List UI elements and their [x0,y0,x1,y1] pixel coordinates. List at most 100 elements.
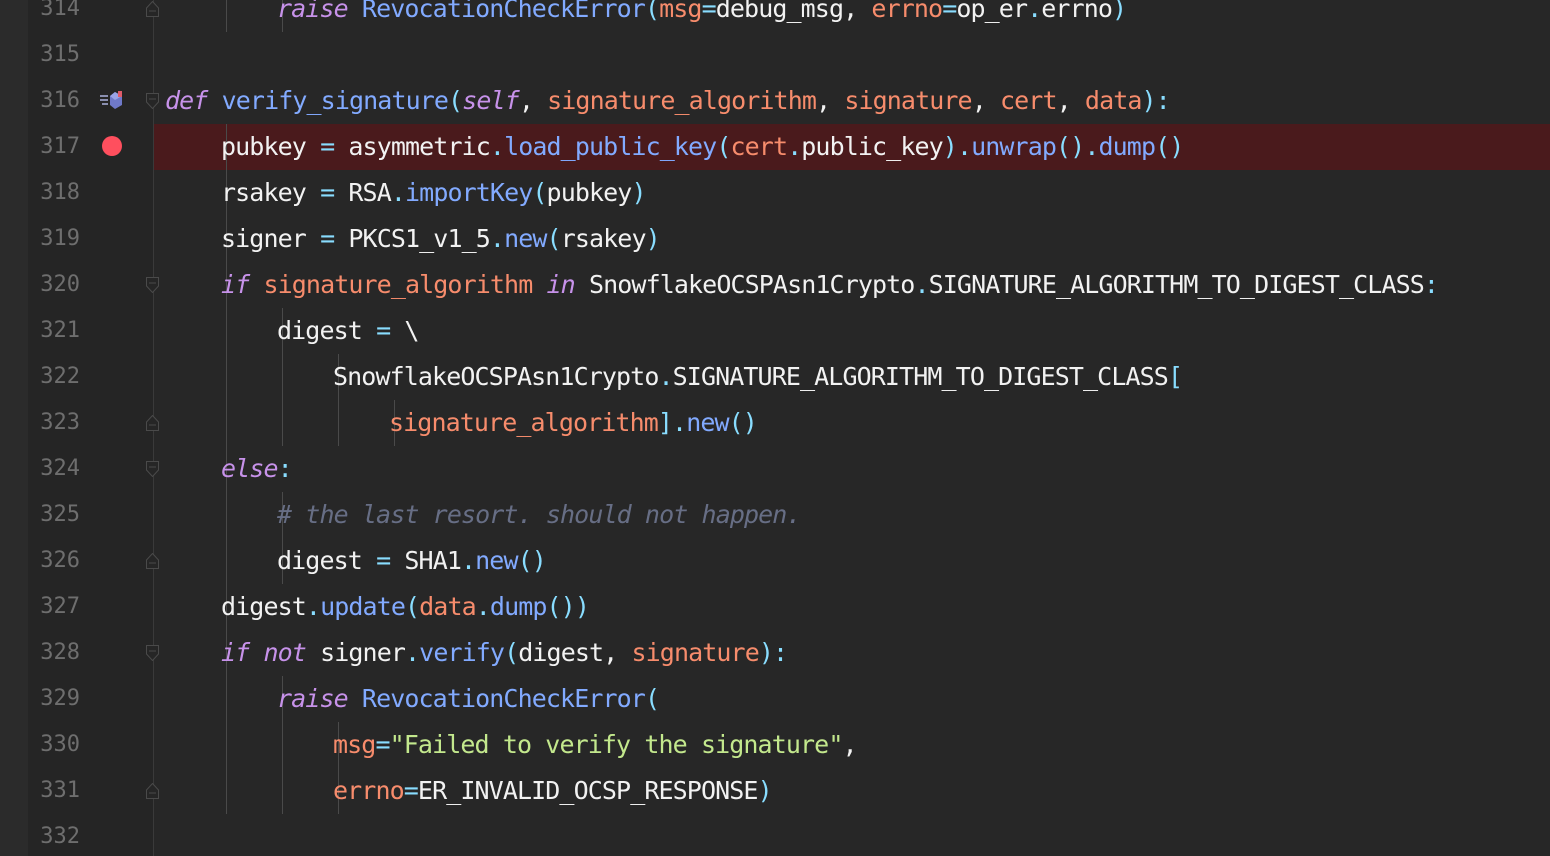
breakpoint-icon[interactable] [102,136,122,156]
code-token: new [475,546,518,575]
code-text[interactable]: signature_algorithm].new() [389,400,758,446]
fold-collapse-icon[interactable] [146,277,159,293]
code-token: not [263,638,306,667]
line-number[interactable]: 316 [28,78,80,124]
line-number[interactable]: 331 [28,768,80,814]
code-line[interactable]: 324 else: [0,446,1550,492]
code-text[interactable]: msg="Failed to verify the signature", [333,722,858,768]
code-token: if [221,638,250,667]
line-number[interactable]: 323 [28,400,80,446]
fold-end-icon[interactable] [146,1,159,17]
line-number[interactable]: 315 [28,32,80,78]
code-text[interactable]: if signature_algorithm in SnowflakeOCSPA… [221,262,1439,308]
code-token: = [375,730,390,759]
line-number[interactable]: 326 [28,538,80,584]
code-token: . [1084,132,1099,161]
code-token: , [603,638,632,667]
code-line[interactable]: 325 # the last resort. should not happen. [0,492,1550,538]
code-token: . [489,224,505,253]
code-line[interactable]: 318 rsakey = RSA.importKey(pubkey) [0,170,1550,216]
overrides-method-icon[interactable] [100,91,126,115]
code-token: load_public_key [504,132,717,161]
code-line[interactable]: 326 digest = SHA1.new() [0,538,1550,584]
code-line[interactable]: 316 def verify_signature(self, signature_… [0,78,1550,124]
code-text[interactable]: def verify_signature(self, signature_alg… [165,78,1171,124]
code-token: debug_msg [715,0,844,23]
fold-collapse-icon[interactable] [146,461,159,477]
fold-end-icon[interactable] [146,415,159,431]
code-token: "Failed to verify the signature" [389,730,844,759]
line-number[interactable]: 322 [28,354,80,400]
code-text[interactable]: signer = PKCS1_v1_5.new(rsakey) [221,216,661,262]
code-text[interactable]: digest = SHA1.new() [277,538,547,584]
code-line[interactable]: 327 digest.update(data.dump()) [0,584,1550,630]
fold-end-icon[interactable] [146,783,159,799]
line-number[interactable]: 328 [28,630,80,676]
code-line[interactable]: 331 errno=ER_INVALID_OCSP_RESPONSE) [0,768,1550,814]
code-token: : [277,454,293,483]
indent-guide [226,492,227,538]
code-token: . [914,270,929,299]
code-text[interactable]: raise RevocationCheckError(msg=debug_msg… [277,0,1127,32]
code-token: signature_algorithm [547,86,817,115]
code-text[interactable]: rsakey = RSA.importKey(pubkey) [221,170,647,216]
code-token: dump [489,592,548,621]
fold-end-icon[interactable] [146,553,159,569]
code-token: . [956,132,972,161]
code-line[interactable]: 315 [0,32,1550,78]
line-number[interactable]: 320 [28,262,80,308]
code-text[interactable]: if not signer.verify(digest, signature): [221,630,788,676]
code-line[interactable]: 329 raise RevocationCheckError( [0,676,1550,722]
code-line[interactable]: 320 if signature_algorithm in SnowflakeOC… [0,262,1550,308]
line-number[interactable]: 329 [28,676,80,722]
code-token: digest [221,592,307,621]
line-number[interactable]: 318 [28,170,80,216]
code-token: update [320,592,406,621]
code-text[interactable]: SnowflakeOCSPAsn1Crypto.SIGNATURE_ALGORI… [333,354,1183,400]
code-token: ] [657,408,673,437]
code-line[interactable]: 314 raise RevocationCheckError(msg=debug_… [0,0,1550,32]
code-text[interactable]: pubkey = asymmetric.load_public_key(cert… [221,124,1184,170]
code-text[interactable]: digest.update(data.dump()) [221,584,590,630]
code-token: msg [333,730,376,759]
code-token: new [686,408,729,437]
code-token: : [1423,270,1439,299]
code-text[interactable]: # the last resort. should not happen. [277,492,802,538]
code-line[interactable]: 330 msg="Failed to verify the signature", [0,722,1550,768]
line-number[interactable]: 327 [28,584,80,630]
code-token: ) [757,776,773,805]
indent-guide [226,0,227,32]
fold-collapse-icon[interactable] [146,93,159,109]
line-number[interactable]: 330 [28,722,80,768]
code-text[interactable]: else: [221,446,293,492]
code-token: = [305,178,349,207]
code-token: , [816,86,845,115]
line-number[interactable]: 321 [28,308,80,354]
code-line[interactable]: 323 signature_algorithm].new() [0,400,1550,446]
code-text[interactable]: digest = \ [277,308,419,354]
line-number[interactable]: 314 [28,0,80,32]
code-line[interactable]: 319 signer = PKCS1_v1_5.new(rsakey) [0,216,1550,262]
code-text[interactable]: errno=ER_INVALID_OCSP_RESPONSE) [333,768,773,814]
code-text[interactable]: raise RevocationCheckError( [277,676,660,722]
code-editor[interactable]: 314 raise RevocationCheckError(msg=debug_… [0,0,1550,856]
code-line[interactable]: 317 pubkey = asymmetric.load_public_key(c… [0,124,1550,170]
code-token: . [672,408,687,437]
code-line[interactable]: 321 digest = \ [0,308,1550,354]
line-number[interactable]: 324 [28,446,80,492]
code-token: if [221,270,250,299]
code-line[interactable]: 328 if not signer.verify(digest, signatur… [0,630,1550,676]
line-number[interactable]: 317 [28,124,80,170]
line-number[interactable]: 325 [28,492,80,538]
code-line[interactable]: 322 SnowflakeOCSPAsn1Crypto.SIGNATURE_ALG… [0,354,1550,400]
line-number[interactable]: 332 [28,814,80,856]
fold-collapse-icon[interactable] [146,645,159,661]
code-token: = [361,316,405,345]
indent-guide [226,768,227,814]
line-number[interactable]: 319 [28,216,80,262]
code-line[interactable]: 332 [0,814,1550,856]
